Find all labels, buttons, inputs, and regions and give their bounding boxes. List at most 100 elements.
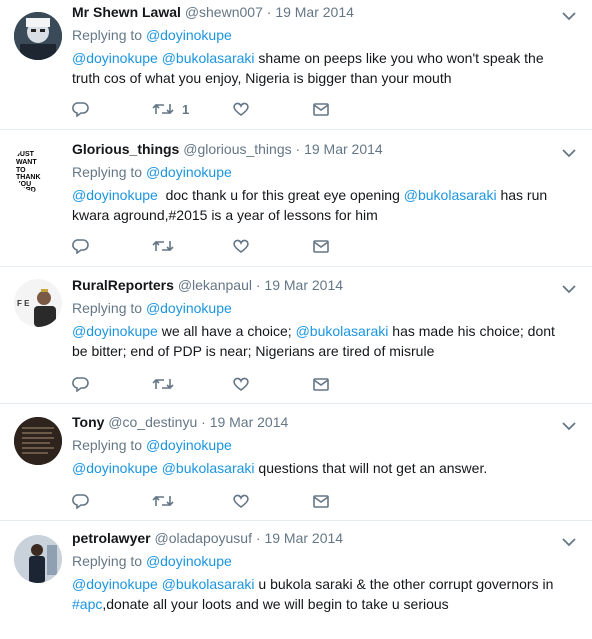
tweet-text: @doyinokupe @bukolasaraki shame on peeps…: [72, 48, 562, 88]
tweet-text: @doyinokupe we all have a choice; @bukol…: [72, 321, 562, 361]
tweet-feed: Mr Shewn Lawal @shewn007 · 19 Mar 2014 R…: [0, 0, 592, 639]
mention-link[interactable]: @doyinokupe: [72, 460, 158, 476]
replying-prefix: Replying to: [72, 437, 143, 453]
user-handle[interactable]: @co_destinyu: [108, 414, 197, 430]
text-segment: u bukola saraki & the other corrupt gove…: [254, 576, 554, 592]
text-segment: we all have a choice;: [157, 323, 296, 339]
chevron-down-icon[interactable]: [562, 418, 576, 431]
replying-prefix: Replying to: [72, 27, 143, 43]
direct-message-button[interactable]: [312, 101, 392, 117]
reply-icon: [72, 377, 89, 392]
replying-mention[interactable]: @doyinokupe: [146, 164, 232, 180]
tweet-actions: 1: [72, 99, 392, 119]
tweet[interactable]: petrolawyer @oladapoyusuf · 19 Mar 2014 …: [0, 521, 592, 639]
text-segment: doc thank u for this great eye opening: [157, 187, 404, 203]
like-button[interactable]: [232, 101, 312, 117]
user-handle[interactable]: @shewn007: [185, 4, 263, 20]
heart-icon: [233, 494, 249, 508]
tweet-actions: [72, 374, 392, 394]
retweet-button[interactable]: [152, 493, 232, 509]
mention-link[interactable]: @doyinokupe: [72, 187, 158, 203]
mention-link[interactable]: @doyinokupe: [72, 576, 158, 592]
replying-prefix: Replying to: [72, 300, 143, 316]
timestamp[interactable]: 19 Mar 2014: [264, 530, 343, 546]
mention-link[interactable]: @bukolasaraki: [296, 323, 389, 339]
replying-mention[interactable]: @doyinokupe: [146, 27, 232, 43]
direct-message-button[interactable]: [312, 493, 392, 509]
svg-text:THANK: THANK: [16, 174, 41, 181]
retweet-icon: [152, 495, 174, 507]
svg-text:LORD: LORD: [16, 187, 36, 192]
chevron-down-icon[interactable]: [562, 8, 576, 21]
reply-icon: [72, 102, 89, 117]
mention-link[interactable]: @bukolasaraki: [404, 187, 497, 203]
timestamp[interactable]: 19 Mar 2014: [210, 414, 289, 430]
tweet[interactable]: Mr Shewn Lawal @shewn007 · 19 Mar 2014 R…: [0, 0, 592, 130]
text-segment: questions that will not get an answer.: [254, 460, 488, 476]
display-name[interactable]: petrolawyer: [72, 530, 151, 546]
reply-icon: [72, 494, 89, 509]
mention-link[interactable]: @doyinokupe: [72, 50, 158, 66]
timestamp[interactable]: 19 Mar 2014: [304, 141, 383, 157]
svg-text:F E: F E: [17, 299, 30, 308]
reply-button[interactable]: [72, 376, 152, 392]
chevron-down-icon[interactable]: [562, 281, 576, 294]
replying-mention[interactable]: @doyinokupe: [146, 300, 232, 316]
replying-mention[interactable]: @doyinokupe: [146, 437, 232, 453]
tweet-text: @doyinokupe doc thank u for this great e…: [72, 185, 562, 225]
replying-prefix: Replying to: [72, 553, 143, 569]
retweet-icon: [152, 103, 174, 115]
envelope-icon: [313, 495, 329, 508]
tweet[interactable]: JUST WANT TO THANK YOU LORD Glorious_thi…: [0, 130, 592, 267]
user-handle[interactable]: @oladapoyusuf: [154, 530, 252, 546]
replying-to: Replying to @doyinokupe: [72, 26, 576, 45]
user-handle[interactable]: @lekanpaul: [178, 277, 252, 293]
reply-button[interactable]: [72, 493, 152, 509]
retweet-count: 1: [182, 101, 190, 117]
retweet-button[interactable]: [152, 376, 232, 392]
retweet-button[interactable]: [152, 238, 232, 254]
envelope-icon: [313, 378, 329, 391]
chevron-down-icon[interactable]: [562, 145, 576, 158]
hashtag-link[interactable]: #apc: [72, 596, 102, 612]
display-name[interactable]: RuralReporters: [72, 277, 174, 293]
avatar[interactable]: JUST WANT TO THANK YOU LORD: [14, 144, 62, 192]
direct-message-button[interactable]: [312, 238, 392, 254]
like-button[interactable]: [232, 238, 312, 254]
tweet[interactable]: Tony @co_destinyu · 19 Mar 2014 Replying…: [0, 404, 592, 521]
text-segment: ,donate all your loots and we will begin…: [102, 596, 449, 612]
replying-to: Replying to @doyinokupe: [72, 436, 576, 455]
avatar[interactable]: [14, 417, 62, 465]
separator-dot: ·: [266, 4, 272, 20]
avatar[interactable]: [14, 535, 62, 583]
like-button[interactable]: [232, 493, 312, 509]
retweet-button[interactable]: 1: [152, 101, 232, 117]
display-name[interactable]: Tony: [72, 414, 104, 430]
avatar[interactable]: [14, 12, 62, 60]
avatar[interactable]: F E: [14, 279, 62, 327]
display-name[interactable]: Mr Shewn Lawal: [72, 4, 181, 20]
tweet-actions: [72, 491, 392, 511]
reply-icon: [72, 239, 89, 254]
svg-text:WANT: WANT: [16, 159, 37, 166]
timestamp[interactable]: 19 Mar 2014: [264, 277, 343, 293]
reply-button[interactable]: [72, 238, 152, 254]
separator-dot: ·: [201, 414, 206, 430]
svg-text:TO: TO: [16, 167, 26, 174]
direct-message-button[interactable]: [312, 376, 392, 392]
mention-link[interactable]: @doyinokupe: [72, 323, 158, 339]
tweet[interactable]: F E RuralReporters @lekanpaul · 19 Mar 2…: [0, 267, 592, 404]
envelope-icon: [313, 103, 329, 116]
replying-mention[interactable]: @doyinokupe: [146, 553, 232, 569]
timestamp[interactable]: 19 Mar 2014: [275, 4, 354, 20]
envelope-icon: [313, 240, 329, 253]
chevron-down-icon[interactable]: [562, 534, 576, 547]
display-name[interactable]: Glorious_things: [72, 141, 179, 157]
mention-link[interactable]: @bukolasaraki: [162, 50, 255, 66]
reply-button[interactable]: [72, 101, 152, 117]
mention-link[interactable]: @bukolasaraki: [162, 576, 255, 592]
mention-link[interactable]: @bukolasaraki: [162, 460, 255, 476]
user-handle[interactable]: @glorious_things: [183, 141, 291, 157]
separator-dot: ·: [295, 141, 301, 157]
like-button[interactable]: [232, 376, 312, 392]
